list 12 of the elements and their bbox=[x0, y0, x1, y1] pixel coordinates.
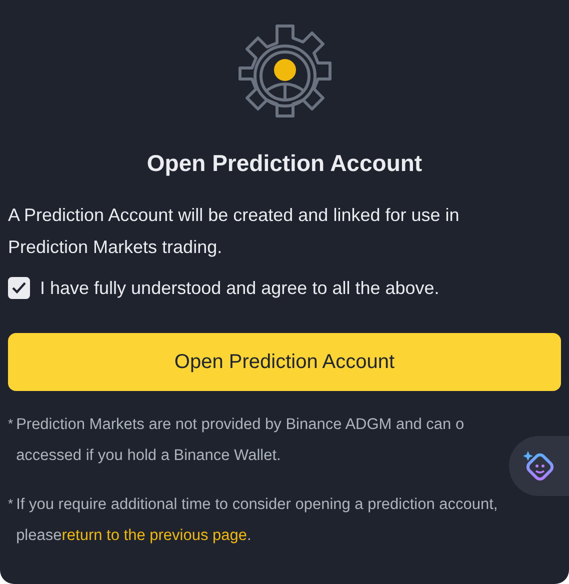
asterisk-marker: * bbox=[8, 495, 14, 513]
open-account-button[interactable]: Open Prediction Account bbox=[8, 333, 561, 391]
note-text: Prediction Markets are not provided by Binance ADGM and can o accessed if you hold a Binance Wallet. bbox=[16, 415, 464, 466]
description-text: A Prediction Account will be created and linked for use in Prediction Markets trading. bbox=[8, 204, 460, 259]
agreement-checkbox[interactable] bbox=[8, 277, 30, 299]
agreement-label: I have fully understood and agree to all the above. bbox=[40, 278, 440, 298]
dialog-title: Open Prediction Account bbox=[146, 150, 424, 177]
assistant-button[interactable] bbox=[509, 436, 569, 496]
return-link[interactable]: return to the previous page bbox=[62, 527, 248, 544]
note-text: If you require additional time to consider opening a prediction account, pleasereturn to the previous page. bbox=[16, 495, 499, 546]
asterisk-marker: * bbox=[8, 415, 14, 433]
check-icon bbox=[12, 282, 26, 294]
